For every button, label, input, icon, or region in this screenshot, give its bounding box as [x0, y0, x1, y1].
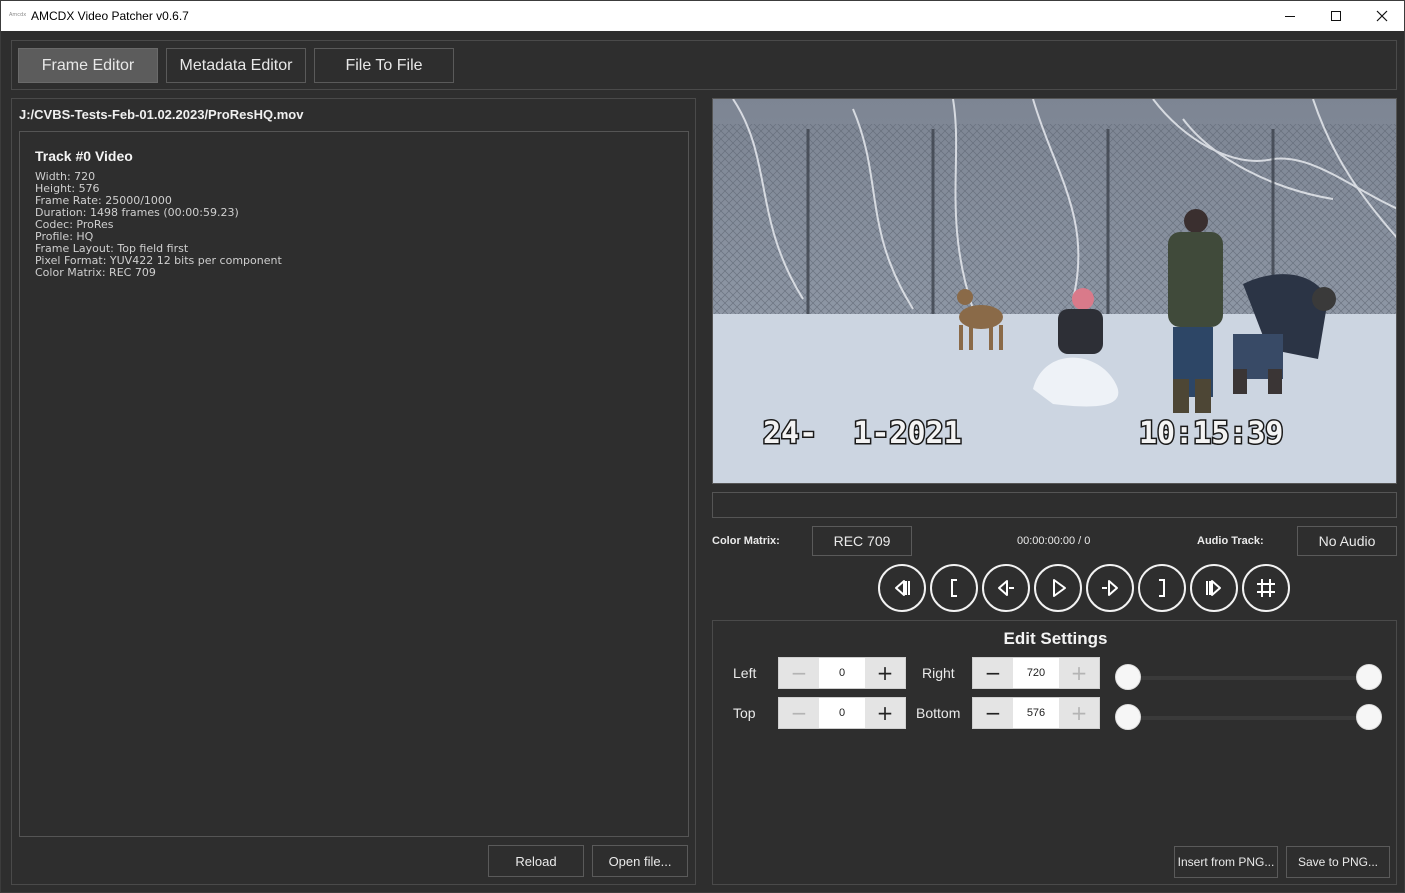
close-icon	[1376, 10, 1388, 22]
mark-out-button[interactable]	[1138, 564, 1186, 612]
tab-frame-editor[interactable]: Frame Editor	[18, 48, 158, 83]
tab-strip: Frame Editor Metadata Editor File To Fil…	[11, 40, 1397, 90]
step-back-button[interactable]	[982, 564, 1030, 612]
mark-in-button[interactable]	[930, 564, 978, 612]
video-preview: 24- 1-2021 10:15:39	[712, 98, 1397, 484]
skip-to-start-icon	[895, 580, 910, 596]
insert-from-png-button[interactable]: Insert from PNG...	[1174, 846, 1278, 878]
reload-button[interactable]: Reload	[488, 845, 584, 877]
title-bar: Amcdx AMCDX Video Patcher v0.6.7	[1, 1, 1404, 31]
play-icon	[1053, 579, 1066, 597]
skip-to-end-button[interactable]	[1190, 564, 1238, 612]
mark-out-icon	[1159, 579, 1165, 597]
audio-track-label: Audio Track:	[1197, 535, 1264, 547]
left-value-input[interactable]: 0	[819, 658, 865, 688]
step-forward-button[interactable]	[1086, 564, 1134, 612]
track-info-list: Width: 720 Height: 576 Frame Rate: 25000…	[35, 171, 282, 279]
top-value-input[interactable]: 0	[819, 698, 865, 728]
crop-frame-button[interactable]	[1242, 564, 1290, 612]
top-spinbox: − 0 +	[778, 697, 906, 729]
transport-controls	[876, 564, 1296, 612]
maximize-button[interactable]	[1313, 1, 1359, 31]
tab-file-to-file[interactable]: File To File	[314, 48, 454, 83]
tab-metadata-editor[interactable]: Metadata Editor	[166, 48, 306, 83]
vertical-range-top-handle[interactable]	[1115, 704, 1141, 730]
track-title: Track #0 Video	[35, 148, 133, 164]
right-spinbox: − 720 +	[972, 657, 1100, 689]
bottom-label: Bottom	[916, 705, 961, 721]
video-overlay-date: 24- 1-2021	[763, 416, 962, 451]
maximize-icon	[1331, 11, 1341, 21]
right-decrement-button[interactable]: −	[973, 658, 1013, 688]
horizontal-range-track	[1128, 676, 1370, 680]
bottom-value-input[interactable]: 576	[1013, 698, 1059, 728]
left-spinbox: − 0 +	[778, 657, 906, 689]
video-frame-image: 24- 1-2021 10:15:39	[713, 99, 1396, 483]
track-info-line: Color Matrix: REC 709	[35, 266, 156, 279]
close-button[interactable]	[1359, 1, 1405, 31]
color-matrix-label: Color Matrix:	[712, 535, 780, 547]
bottom-decrement-button[interactable]: −	[973, 698, 1013, 728]
audio-track-select[interactable]: No Audio	[1297, 526, 1397, 556]
skip-to-end-icon	[1206, 580, 1221, 596]
top-increment-button[interactable]: +	[865, 698, 905, 728]
file-path: J:/CVBS-Tests-Feb-01.02.2023/ProResHQ.mo…	[19, 107, 304, 122]
file-info-panel: J:/CVBS-Tests-Feb-01.02.2023/ProResHQ.mo…	[11, 98, 696, 885]
open-file-button[interactable]: Open file...	[592, 845, 688, 877]
vertical-range-bottom-handle[interactable]	[1356, 704, 1382, 730]
edit-settings-panel: Edit Settings Left − 0 + Right − 720 + T…	[712, 620, 1397, 885]
track-info-box: Track #0 Video Width: 720 Height: 576 Fr…	[19, 131, 689, 837]
bottom-increment-button[interactable]: +	[1059, 698, 1099, 728]
right-label: Right	[922, 665, 955, 681]
timecode-display: 00:00:00:00 / 0	[1017, 535, 1091, 547]
app-icon: Amcdx	[9, 12, 27, 18]
right-value-input[interactable]: 720	[1013, 658, 1059, 688]
vertical-range-track	[1128, 716, 1370, 720]
play-button[interactable]	[1034, 564, 1082, 612]
save-to-png-button[interactable]: Save to PNG...	[1286, 846, 1390, 878]
minimize-icon	[1285, 15, 1295, 17]
left-label: Left	[733, 665, 757, 681]
edit-settings-title: Edit Settings	[1003, 629, 1108, 648]
color-matrix-select[interactable]: REC 709	[812, 526, 912, 556]
app-window: Amcdx AMCDX Video Patcher v0.6.7 Frame E…	[0, 0, 1405, 893]
left-decrement-button[interactable]: −	[779, 658, 819, 688]
right-increment-button[interactable]: +	[1059, 658, 1099, 688]
top-decrement-button[interactable]: −	[779, 698, 819, 728]
skip-to-start-button[interactable]	[878, 564, 926, 612]
top-label: Top	[733, 705, 756, 721]
horizontal-range-right-handle[interactable]	[1356, 664, 1382, 690]
left-increment-button[interactable]: +	[865, 658, 905, 688]
horizontal-range-left-handle[interactable]	[1115, 664, 1141, 690]
mark-in-icon	[951, 579, 957, 597]
window-title: AMCDX Video Patcher v0.6.7	[31, 9, 189, 23]
video-overlay-time: 10:15:39	[1139, 416, 1284, 451]
step-forward-icon	[1102, 580, 1118, 596]
frame-progress-bar[interactable]	[712, 492, 1397, 518]
crop-frame-icon	[1257, 579, 1275, 597]
minimize-button[interactable]	[1267, 1, 1313, 31]
bottom-spinbox: − 576 +	[972, 697, 1100, 729]
step-back-icon	[998, 580, 1014, 596]
